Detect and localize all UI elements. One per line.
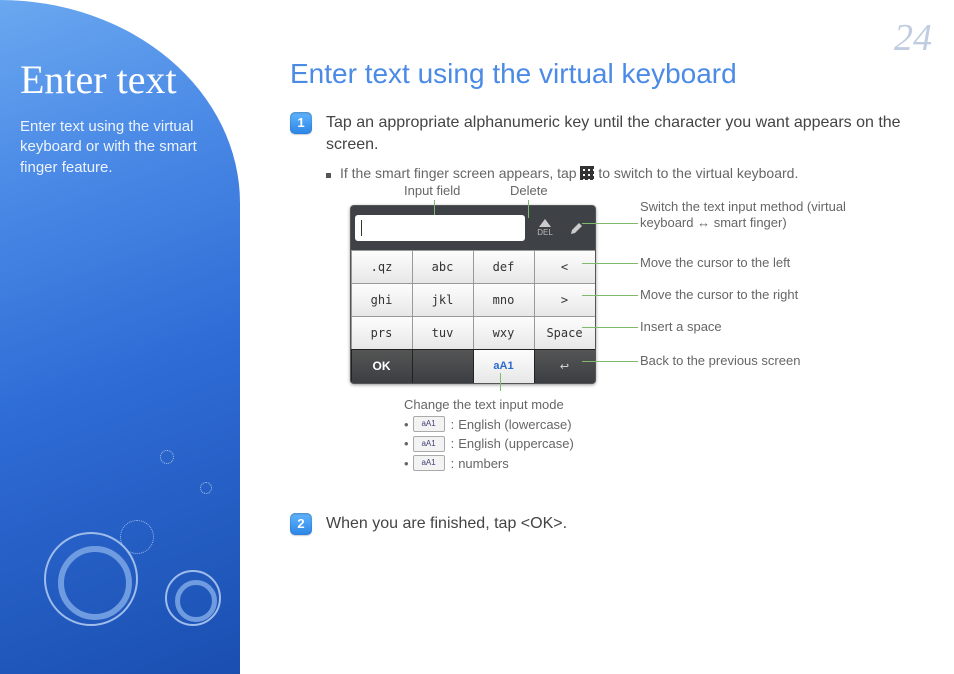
label-cursor-left: Move the cursor to the left [640, 255, 790, 270]
step-2: 2 When you are finished, tap <OK>. [290, 513, 930, 535]
key-wxy[interactable]: wxy [473, 316, 535, 350]
key-qz[interactable]: .qz [351, 250, 413, 284]
key-ghi[interactable]: ghi [351, 283, 413, 317]
note-text-b: to switch to the virtual keyboard. [594, 165, 798, 181]
label-space: Insert a space [640, 319, 722, 334]
chip-uppercase-icon: aA1 [413, 436, 445, 452]
legend-header: Change the text input mode [404, 395, 574, 415]
main-content: Enter text using the virtual keyboard 1 … [290, 58, 930, 545]
step-badge-2: 2 [290, 513, 312, 535]
step-1-note: If the smart finger screen appears, tap … [326, 165, 930, 181]
key-mno[interactable]: mno [473, 283, 535, 317]
legend-upper: English (uppercase) [458, 434, 574, 454]
chip-lowercase-icon: aA1 [413, 416, 445, 432]
key-left[interactable]: < [534, 250, 596, 284]
blank-key[interactable] [412, 349, 474, 384]
legend-num: numbers [458, 454, 509, 474]
label-cursor-right: Move the cursor to the right [640, 287, 798, 302]
label-input-field: Input field [404, 183, 460, 198]
sidebar: Enter text Enter text using the virtual … [0, 0, 240, 674]
label-back: Back to the previous screen [640, 353, 800, 368]
back-key[interactable]: ↩ [534, 349, 596, 384]
sidebar-title: Enter text [20, 56, 240, 103]
key-tuv[interactable]: tuv [412, 316, 474, 350]
mode-key[interactable]: aA1 [473, 349, 535, 384]
keyboard-diagram: Input field Delete Switch the text input… [350, 205, 930, 455]
keyboard-input-field[interactable] [355, 215, 525, 241]
step-badge-1: 1 [290, 112, 312, 134]
note-text-a: If the smart finger screen appears, tap [340, 165, 580, 181]
key-jkl[interactable]: jkl [412, 283, 474, 317]
step-1-text: Tap an appropriate alphanumeric key unti… [326, 112, 930, 155]
key-right[interactable]: > [534, 283, 596, 317]
key-abc[interactable]: abc [412, 250, 474, 284]
smart-finger-toggle[interactable] [563, 214, 591, 242]
label-delete: Delete [510, 183, 548, 198]
page-number: 24 [894, 16, 932, 60]
delete-key[interactable]: DEL [531, 214, 559, 242]
step-1: 1 Tap an appropriate alphanumeric key un… [290, 112, 930, 155]
mode-legend: Change the text input mode • aA1: Englis… [404, 395, 574, 473]
ok-key[interactable]: OK [351, 349, 413, 384]
keyboard-keys: .qz abc def < ghi jkl mno > prs tuv wxy … [351, 250, 595, 349]
key-space[interactable]: Space [534, 316, 596, 350]
virtual-keyboard: DEL .qz abc def < ghi jkl mno > prs tuv … [350, 205, 596, 384]
chip-numbers-icon: aA1 [413, 455, 445, 471]
sidebar-subtitle: Enter text using the virtual keyboard or… [20, 117, 222, 178]
delete-key-label: DEL [537, 228, 553, 237]
keyboard-switch-icon [580, 166, 594, 180]
step-2-text: When you are finished, tap <OK>. [326, 513, 930, 535]
key-prs[interactable]: prs [351, 316, 413, 350]
legend-lower: English (lowercase) [458, 415, 571, 435]
key-def[interactable]: def [473, 250, 535, 284]
label-switch-input: Switch the text input method (virtual ke… [640, 199, 900, 232]
page-title: Enter text using the virtual keyboard [290, 58, 930, 90]
